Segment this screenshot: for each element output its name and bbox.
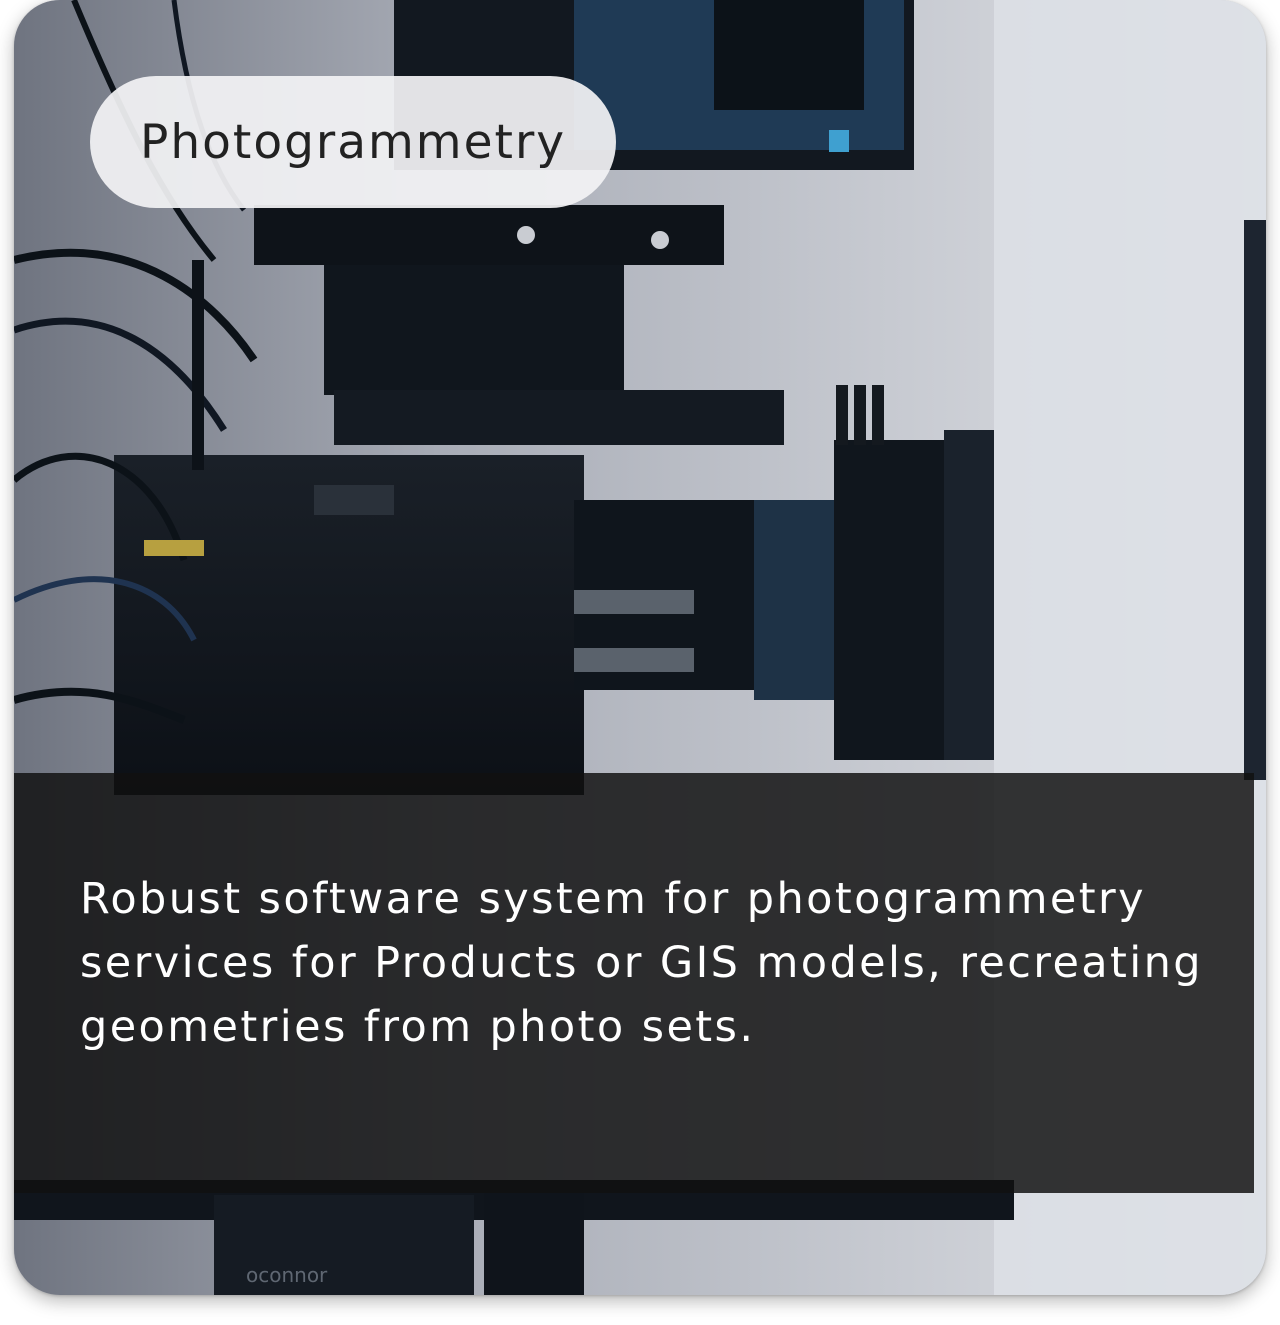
card-description: Robust software system for photogrammetr… <box>80 874 1204 1052</box>
image-brand-text: oconnor <box>246 1263 328 1287</box>
category-tag[interactable]: Photogrammetry <box>90 76 617 208</box>
category-tag-label: Photogrammetry <box>140 114 567 170</box>
service-card[interactable]: oconnor Photogrammetry Robust software s… <box>14 0 1266 1295</box>
